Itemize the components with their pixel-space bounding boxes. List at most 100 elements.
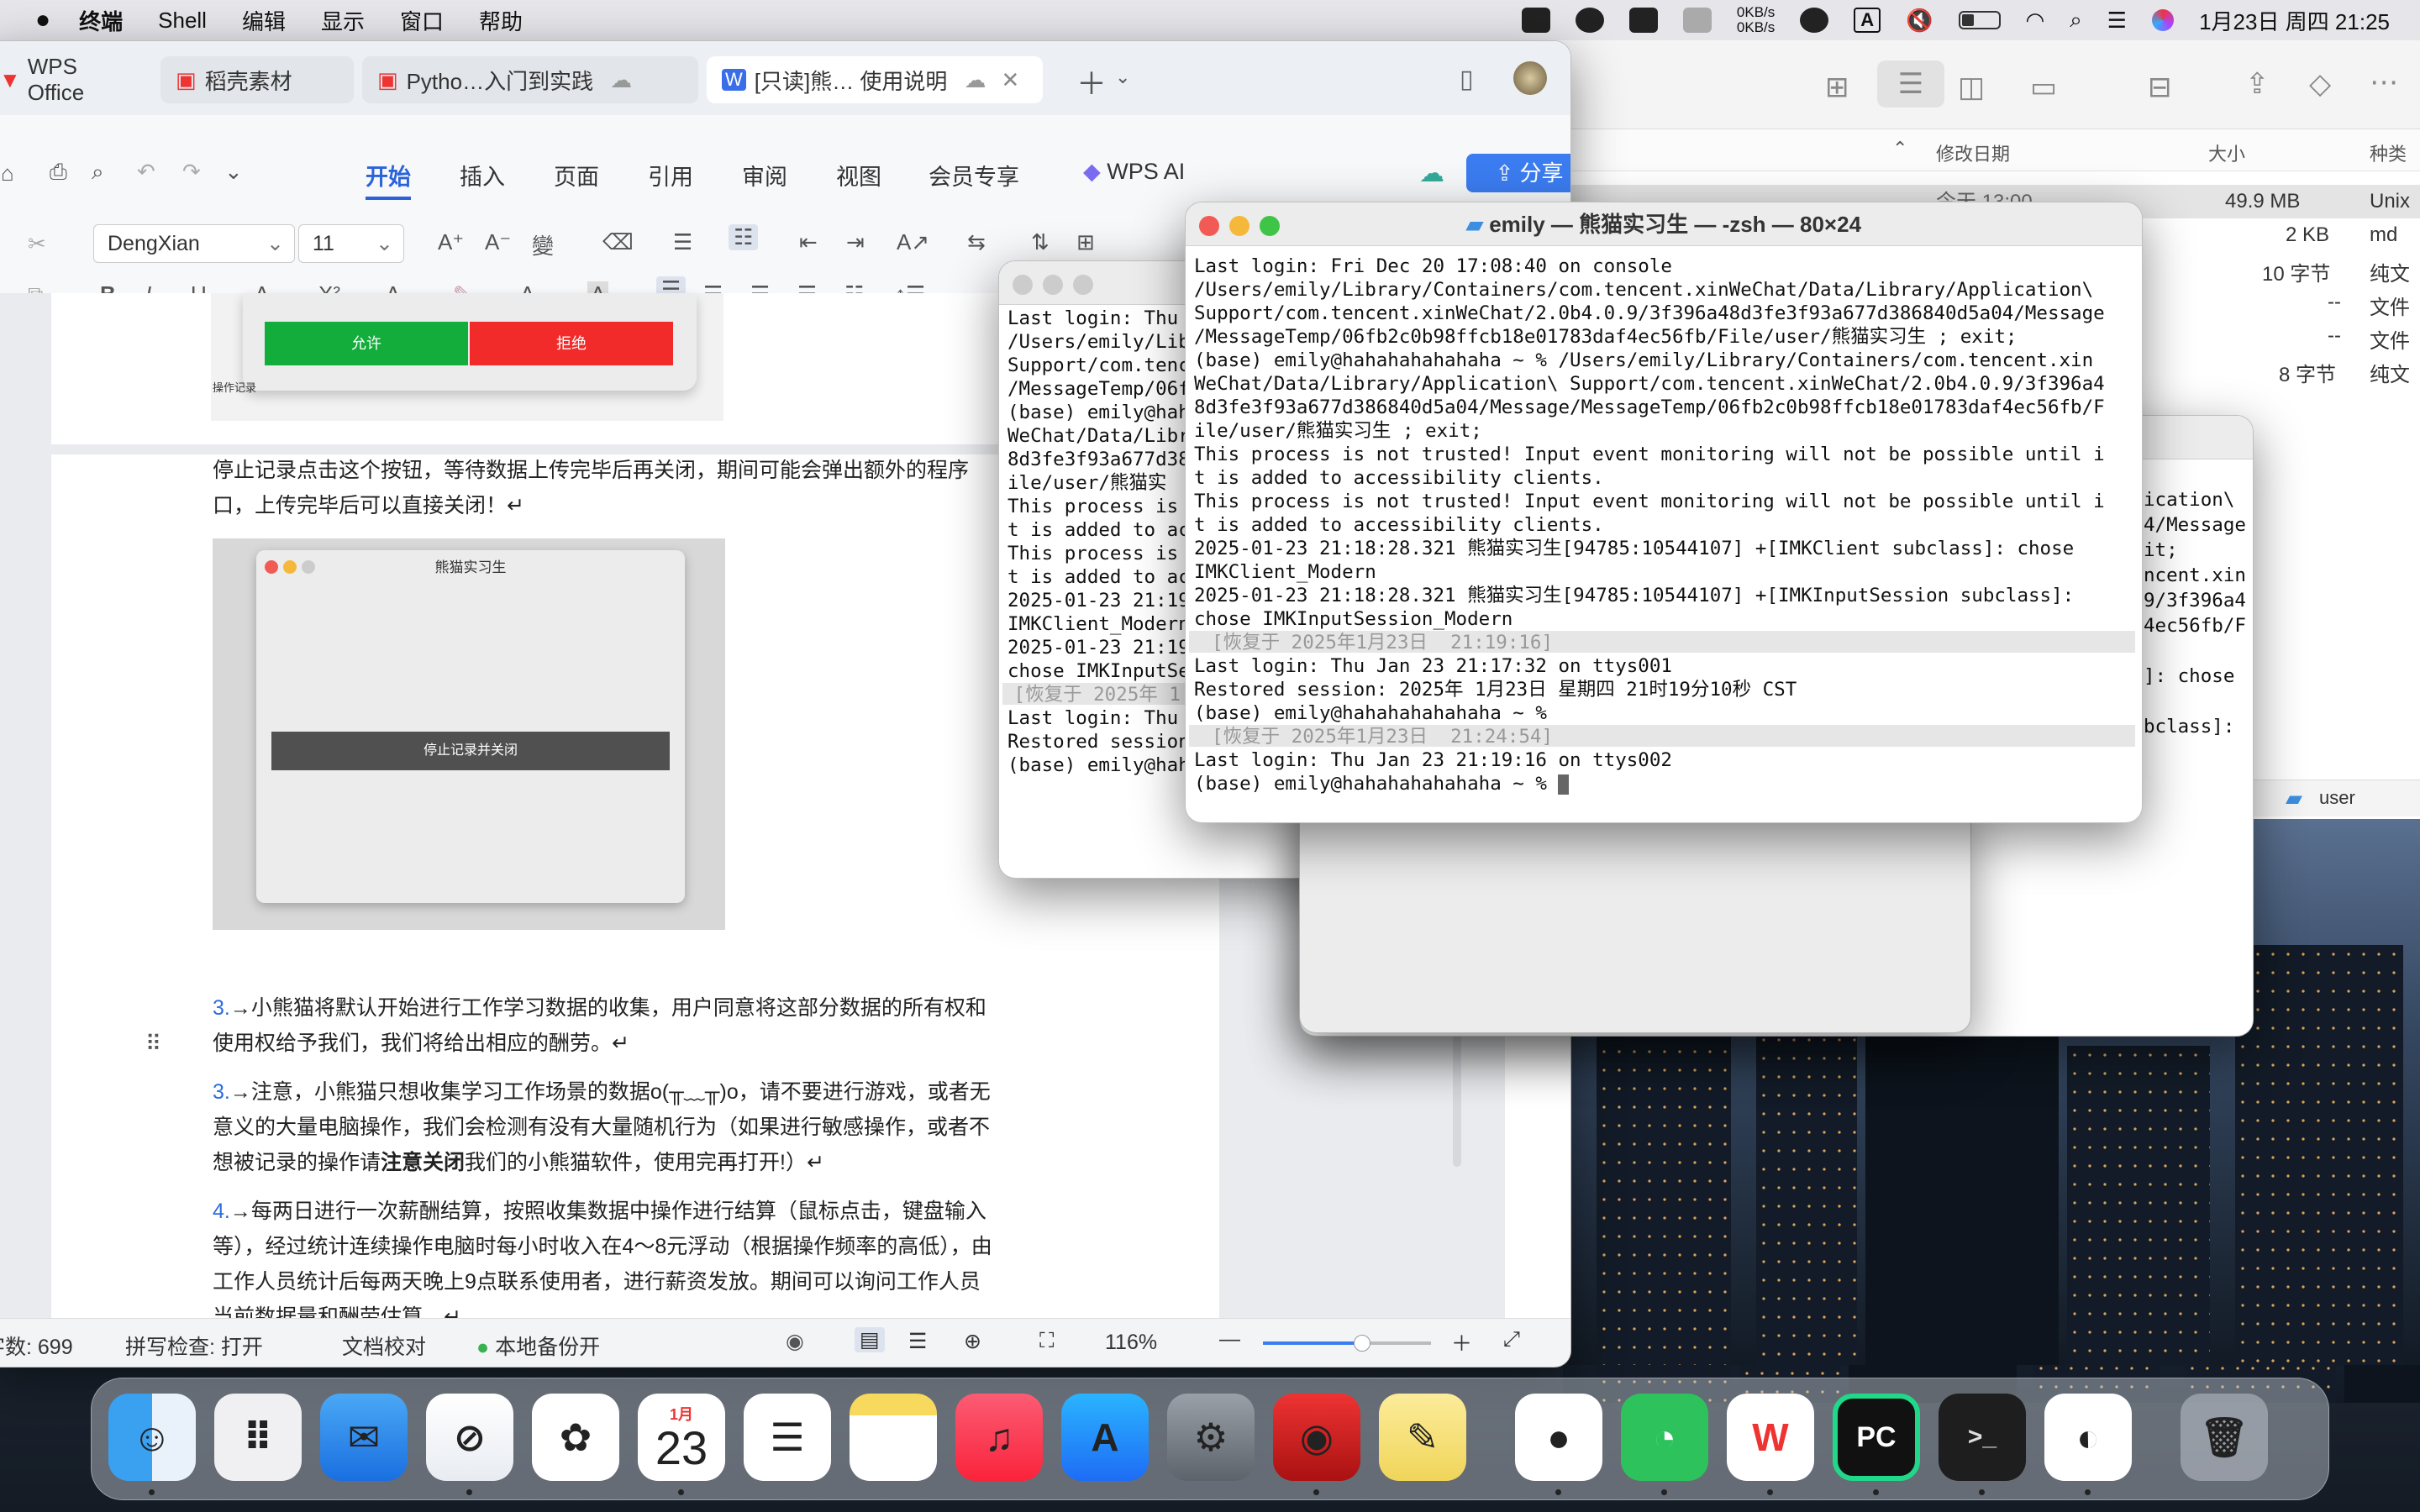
launchpad-icon[interactable]: ⠿ [214, 1394, 302, 1481]
ribbon-tab-member[interactable]: 会员专享 [929, 159, 1019, 192]
group-icon[interactable]: ⊟ [2148, 71, 2172, 104]
folder-icon[interactable]: ▰ [2286, 785, 2302, 811]
cat-status-icon[interactable] [1628, 8, 1658, 33]
ribbon-tab-page[interactable]: 页面 [554, 159, 599, 192]
swap-icon[interactable]: ⇆ [967, 229, 986, 255]
zoom-out-icon[interactable]: — [1219, 1327, 1240, 1352]
settings-icon[interactable]: ⚙ [1167, 1394, 1255, 1481]
outline-view-icon[interactable]: ☰ [908, 1329, 927, 1354]
col-size[interactable]: 大小 [2208, 139, 2245, 166]
text-direction-icon[interactable]: A↗ [897, 229, 929, 255]
music-icon[interactable]: ♫ [955, 1394, 1043, 1481]
new-tab-icon[interactable]: ＋ [1076, 60, 1107, 103]
menu-edit[interactable]: 编辑 [242, 5, 286, 36]
zoom-button[interactable] [1073, 275, 1093, 295]
clear-format-icon[interactable]: ⌫ [602, 229, 634, 255]
wps-status-icon[interactable] [1521, 8, 1550, 33]
ribbon-tab-view[interactable]: 视图 [836, 159, 881, 192]
ribbon-tab-insert[interactable]: 插入 [460, 159, 505, 192]
qq-status-icon[interactable] [1800, 8, 1829, 33]
tab-docer[interactable]: ▣ 稻壳素材 [160, 56, 354, 103]
spotlight-search-icon[interactable]: ⌕ [2070, 7, 2082, 34]
zoom-in-icon[interactable]: ＋ [1451, 1327, 1472, 1357]
apple-icon[interactable]: ● [35, 6, 50, 34]
outdent-icon[interactable]: ⇤ [799, 229, 818, 255]
notes-icon[interactable] [850, 1394, 937, 1481]
trash-icon[interactable]: 🗑 [2181, 1394, 2268, 1481]
page-view-icon[interactable]: ▤ [855, 1327, 885, 1352]
calendar-icon[interactable]: 1月 23 [638, 1394, 725, 1481]
ribbon-tab-references[interactable]: 引用 [648, 159, 693, 192]
zoom-slider[interactable] [1263, 1335, 1431, 1352]
col-kind[interactable]: 种类 [2370, 139, 2407, 166]
panda-icon[interactable]: ◐ [2044, 1394, 2132, 1481]
mute-icon[interactable]: 🔇 [1906, 8, 1933, 34]
web-view-icon[interactable]: ⊕ [964, 1329, 981, 1354]
undo-icon[interactable]: ↶ [137, 159, 155, 185]
close-button[interactable] [1013, 275, 1033, 295]
table-icon[interactable]: ⊞ [1076, 229, 1095, 255]
zoom-button[interactable] [1260, 216, 1280, 236]
battery-icon[interactable] [1958, 11, 2001, 29]
backup-status[interactable]: ● 本地备份开 [476, 1331, 600, 1361]
mail-icon[interactable]: ✉ [320, 1394, 408, 1481]
tag-icon[interactable]: ◇ [2309, 67, 2331, 101]
sidebar-toggle-icon[interactable]: ▯ [1460, 65, 1474, 94]
avatar[interactable] [1513, 61, 1547, 95]
wifi-icon[interactable]: ◠ [2026, 8, 2045, 34]
zoom-level[interactable]: 116% [1105, 1331, 1157, 1355]
spell-check[interactable]: 拼写检查: 打开 [125, 1331, 263, 1361]
phonetic-icon[interactable]: 變 [532, 229, 554, 260]
list-view-icon[interactable]: ☰ [1877, 60, 1944, 108]
cloud-sync-icon[interactable]: ☁ [1419, 159, 1444, 188]
siri-icon[interactable] [2152, 9, 2175, 31]
print-preview-icon[interactable]: ⌕ [92, 159, 104, 186]
eye-icon[interactable]: ◉ [786, 1329, 804, 1354]
redo-icon[interactable]: ↷ [182, 159, 201, 185]
share-button[interactable]: ⇪ 分享 [1466, 154, 1570, 192]
print-icon[interactable]: ⎙ [50, 159, 67, 186]
minimize-button[interactable] [1043, 275, 1063, 295]
menu-shell[interactable]: Shell [158, 8, 207, 34]
sort-icon[interactable]: ⇅ [1031, 229, 1050, 255]
photobooth-icon[interactable]: ◉ [1273, 1394, 1360, 1481]
wps-ai-button[interactable]: ◆ WPS AI [1083, 159, 1185, 185]
stickies-icon[interactable]: ✎ [1379, 1394, 1466, 1481]
fit-page-icon[interactable]: ⛶ [1039, 1329, 1055, 1353]
tab-wps-office[interactable]: ▼ WPS Office [0, 54, 152, 105]
menu-window[interactable]: 窗口 [400, 5, 444, 36]
cut-icon[interactable]: ✂ [28, 231, 46, 257]
menu-app-name[interactable]: 终端 [79, 5, 123, 36]
menu-help[interactable]: 帮助 [479, 5, 523, 36]
close-tab-icon[interactable]: ✕ [1001, 67, 1019, 93]
tab-manual[interactable]: W [只读]熊… 使用说明 ☁ ✕ [707, 56, 1043, 103]
word-count[interactable]: 字数: 699 [0, 1331, 73, 1361]
reminders-icon[interactable]: ☰ [744, 1394, 831, 1481]
col-date[interactable]: 修改日期 [1936, 139, 2010, 166]
font-grow-icon[interactable]: A⁺ [438, 229, 464, 255]
appstore-icon[interactable]: A [1061, 1394, 1149, 1481]
finder-icon[interactable]: ☺ [108, 1394, 196, 1481]
cat-grey-status-icon[interactable] [1682, 8, 1712, 33]
column-view-icon[interactable]: ◫ [1958, 71, 1985, 104]
bullet-list-icon[interactable]: ☰ [673, 229, 692, 255]
wechat-status-icon[interactable] [1575, 8, 1604, 33]
input-method-icon[interactable]: A [1854, 8, 1881, 33]
terminal-icon[interactable]: >_ [1939, 1394, 2026, 1481]
gallery-view-icon[interactable]: ▭ [2030, 71, 2057, 104]
font-family-select[interactable]: DengXian ⌄ [93, 224, 295, 263]
control-center-icon[interactable]: ☰ [2107, 8, 2127, 34]
menubar-clock[interactable]: 1月23日 周四 21:25 [2199, 5, 2390, 36]
wechat-icon[interactable]: ◔ [1621, 1394, 1708, 1481]
doc-proof[interactable]: 文档校对 [342, 1331, 426, 1361]
path-user[interactable]: user [2319, 787, 2355, 809]
photos-icon[interactable]: ✿ [532, 1394, 619, 1481]
chevron-down-icon[interactable]: ⌄ [224, 159, 243, 185]
pycharm-icon[interactable]: PC [1833, 1394, 1920, 1481]
qq-icon[interactable]: ● [1515, 1394, 1602, 1481]
more-icon[interactable]: ⋯ [2370, 66, 2398, 99]
fullscreen-icon[interactable]: ⤢ [1503, 1327, 1520, 1352]
menu-view[interactable]: 显示 [321, 5, 365, 36]
minimize-button[interactable] [1229, 216, 1249, 236]
close-button[interactable] [1199, 216, 1219, 236]
